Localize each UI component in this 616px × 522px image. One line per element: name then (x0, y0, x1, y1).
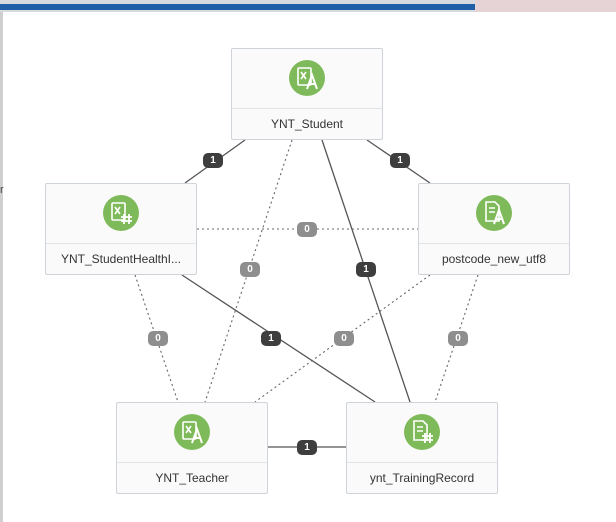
node-label: YNT_Student (232, 108, 382, 139)
edge-badge-postcode-teacher[interactable]: 0 (334, 331, 354, 346)
edge-badge-student-health[interactable]: 1 (203, 153, 223, 168)
node-ynt-teacher[interactable]: YNT_Teacher (116, 402, 268, 494)
node-ynt-student[interactable]: YNT_Student (231, 48, 383, 140)
node-label: YNT_Teacher (117, 462, 267, 493)
node-label: YNT_StudentHealthI... (46, 243, 196, 274)
edge-badge-student-postcode[interactable]: 1 (390, 153, 410, 168)
edge-badge-student-teacher[interactable]: 0 (240, 262, 260, 277)
document-text-icon (476, 195, 512, 231)
node-postcode-new-utf8[interactable]: postcode_new_utf8 (418, 183, 570, 275)
edge-badge-health-teacher[interactable]: 0 (148, 331, 168, 346)
node-label: postcode_new_utf8 (419, 243, 569, 274)
excel-text-icon (174, 414, 210, 450)
excel-text-icon (289, 60, 325, 96)
edge-badge-student-training[interactable]: 1 (356, 262, 376, 277)
document-number-icon (404, 414, 440, 450)
edge-badge-health-training[interactable]: 1 (261, 331, 281, 346)
edge-badge-teacher-training[interactable]: 1 (297, 440, 317, 455)
node-label: ynt_TrainingRecord (347, 462, 497, 493)
node-ynt-student-health[interactable]: YNT_StudentHealthI... (45, 183, 197, 275)
excel-number-icon (103, 195, 139, 231)
node-ynt-training-record[interactable]: ynt_TrainingRecord (346, 402, 498, 494)
edge-badge-postcode-training[interactable]: 0 (448, 331, 468, 346)
edge-badge-health-postcode[interactable]: 0 (297, 222, 317, 237)
